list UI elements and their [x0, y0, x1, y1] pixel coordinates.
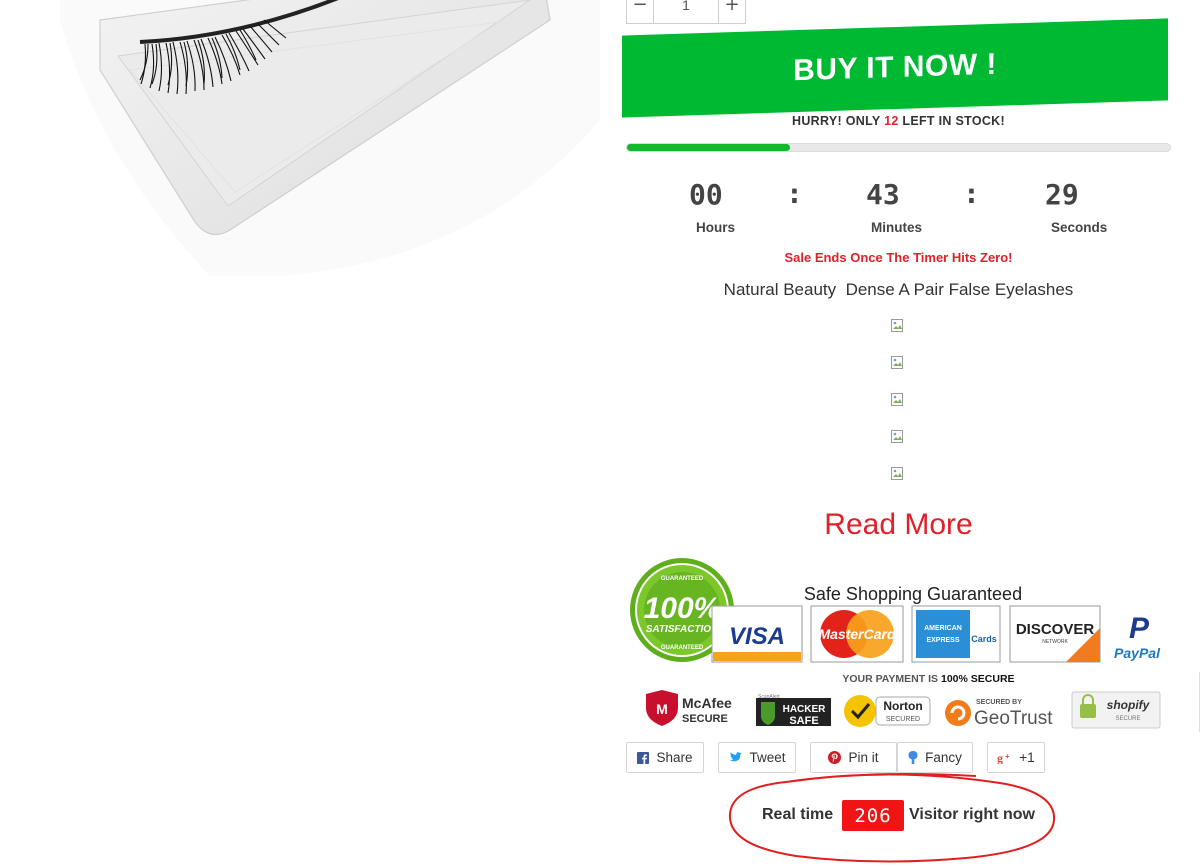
amex-logo: AMERICAN EXPRESS Cards: [911, 605, 1001, 663]
hacker-safe-badge: ScanAlert HACKER SAFE: [756, 694, 831, 727]
geotrust-badge: SECURED BY GeoTrust: [942, 696, 1068, 729]
svg-text:McAfee: McAfee: [682, 695, 732, 711]
svg-text:AMERICAN: AMERICAN: [924, 625, 962, 632]
discover-logo: DISCOVER NETWORK: [1009, 605, 1101, 663]
tweet-label: Tweet: [749, 750, 786, 765]
payment-secure-strong: 100% SECURE: [941, 673, 1015, 685]
buy-now-button-wrap[interactable]: BUY IT NOW !: [622, 18, 1168, 118]
fancy-icon: [908, 751, 918, 764]
timer-minutes-label: Minutes: [871, 220, 923, 235]
timer-separator: :: [786, 177, 803, 210]
product-image: [60, 0, 600, 276]
timer-minutes: 43: [866, 178, 900, 211]
seal-sub-text: SATISFACTION: [646, 624, 719, 635]
buy-now-label: BUY IT NOW !: [793, 47, 997, 88]
svg-text:SECURE: SECURE: [1115, 716, 1140, 722]
google-plus-icon: g +: [997, 752, 1012, 764]
seal-top-text: GUARANTEED: [661, 576, 704, 582]
broken-image-icon: [891, 467, 903, 480]
stock-progress-fill: [627, 144, 790, 151]
stock-notice: HURRY! ONLY 12 LEFT IN STOCK!: [626, 114, 1171, 128]
visa-logo: VISA: [711, 605, 803, 663]
scroll-edge: [1199, 672, 1203, 732]
seal-main-text: 100%: [644, 592, 721, 625]
pinterest-icon: [828, 751, 842, 764]
mcafee-secure-badge: M McAfee SECURE: [646, 690, 732, 726]
svg-text:HACKER: HACKER: [783, 704, 827, 715]
svg-text:M: M: [656, 701, 668, 717]
svg-text:PayPal: PayPal: [1114, 645, 1161, 661]
paypal-logo: P PayPal: [1114, 612, 1161, 661]
quantity-decrease-button[interactable]: −: [626, 0, 654, 24]
stock-prefix: HURRY! ONLY: [792, 114, 881, 128]
timer-hours: 00: [689, 178, 723, 211]
svg-text:EXPRESS: EXPRESS: [926, 637, 959, 644]
fancy-label: Fancy: [925, 750, 962, 765]
facebook-icon: [637, 751, 650, 764]
pin-label: Pin it: [848, 750, 879, 765]
shopify-secure-badge: shopify SECURE: [1071, 691, 1161, 729]
stock-progress-bar: [626, 143, 1171, 152]
twitter-tweet-button[interactable]: Tweet: [718, 742, 796, 773]
svg-text:SECURE: SECURE: [682, 713, 728, 725]
svg-text:SAFE: SAFE: [789, 715, 818, 727]
timer-hours-label: Hours: [696, 220, 736, 235]
google-plus-one-button[interactable]: g + +1: [987, 742, 1045, 773]
mastercard-logo: MasterCard: [810, 605, 904, 663]
seal-bottom-text: GUARANTEED: [661, 645, 704, 651]
svg-text:shopify: shopify: [1107, 698, 1151, 712]
norton-secured-badge: Norton SECURED: [844, 695, 931, 727]
safe-shopping-heading: Safe Shopping Guaranteed: [804, 584, 1022, 604]
svg-text:GeoTrust: GeoTrust: [974, 708, 1053, 729]
fancy-button[interactable]: Fancy: [897, 742, 973, 773]
timer-seconds: 29: [1045, 178, 1079, 211]
buy-now-button[interactable]: BUY IT NOW !: [622, 18, 1168, 118]
payment-secure-prefix: YOUR PAYMENT IS: [842, 673, 938, 685]
visitors-suffix: Visitor right now: [909, 806, 1035, 823]
svg-text:VISA: VISA: [729, 623, 785, 650]
svg-text:SECURED BY: SECURED BY: [976, 699, 1022, 706]
svg-text:Cards: Cards: [971, 634, 997, 644]
broken-image-icon: [891, 430, 903, 443]
quantity-stepper[interactable]: − 1 +: [626, 0, 746, 24]
share-label: Share: [656, 750, 693, 765]
broken-image-icon: [891, 319, 903, 332]
svg-text:P: P: [1129, 612, 1150, 645]
svg-text:MasterCard: MasterCard: [818, 626, 895, 642]
svg-text:NETWORK: NETWORK: [1042, 639, 1068, 645]
quantity-input[interactable]: 1: [654, 0, 718, 24]
visitor-count-badge: 206: [842, 800, 904, 831]
facebook-share-button[interactable]: Share: [626, 742, 704, 773]
trust-badges: GUARANTEED 100% SATISFACTION GUARANTEED …: [630, 558, 1161, 729]
visitors-prefix: Real time: [762, 806, 834, 823]
plus-one-label: +1: [1019, 750, 1035, 765]
stock-suffix: LEFT IN STOCK!: [902, 114, 1005, 128]
svg-text:+: +: [1005, 752, 1010, 761]
sale-ends-notice: Sale Ends Once The Timer Hits Zero!: [784, 250, 1013, 265]
timer-seconds-label: Seconds: [1051, 220, 1108, 235]
svg-text:Norton: Norton: [883, 699, 922, 713]
broken-image-icon: [891, 393, 903, 406]
broken-image-icon: [891, 356, 903, 369]
twitter-icon: [728, 751, 743, 764]
svg-text:DISCOVER: DISCOVER: [1016, 621, 1095, 638]
svg-text:g: g: [997, 752, 1003, 764]
read-more-link[interactable]: Read More: [626, 508, 1171, 542]
timer-separator: :: [963, 177, 980, 210]
quantity-increase-button[interactable]: +: [718, 0, 746, 24]
stock-count: 12: [884, 114, 899, 128]
product-title: Natural Beauty Dense A Pair False Eyelas…: [723, 280, 1074, 299]
svg-text:SECURED: SECURED: [886, 716, 920, 723]
pinterest-pin-button[interactable]: Pin it: [810, 742, 897, 773]
